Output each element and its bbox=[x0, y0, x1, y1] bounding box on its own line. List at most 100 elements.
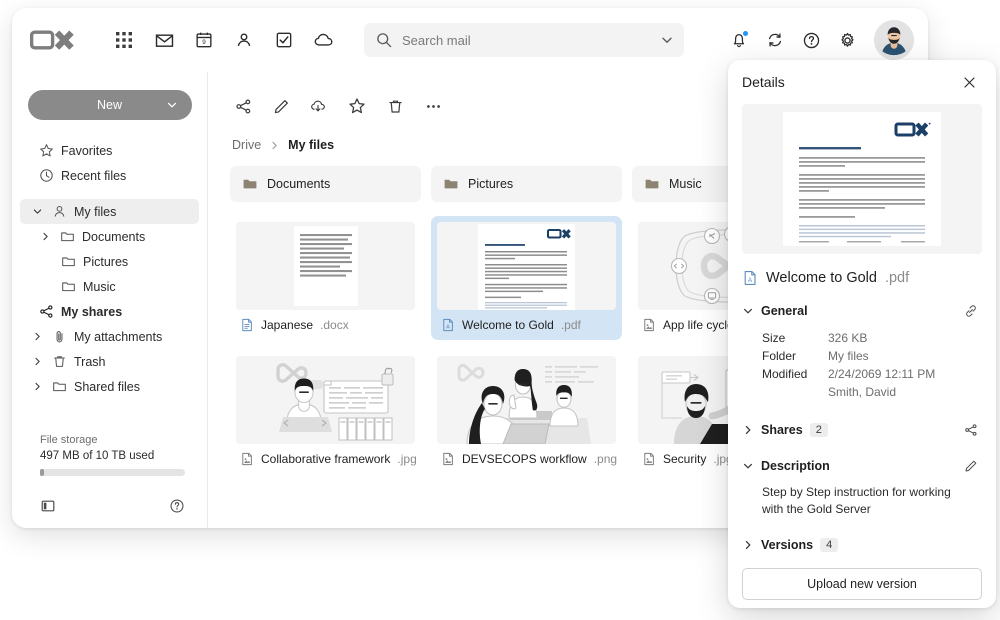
property-row-size: Size326 KB bbox=[762, 329, 982, 347]
property-row-folder: FolderMy files bbox=[762, 347, 982, 365]
chevron-right-icon[interactable] bbox=[38, 231, 52, 242]
sidebar-item-my-attachments[interactable]: My attachments bbox=[20, 324, 199, 349]
file-thumbnail bbox=[236, 356, 415, 444]
sidebar-item-trash[interactable]: Trash bbox=[20, 349, 199, 374]
sidebar-item-favorites[interactable]: Favorites bbox=[20, 138, 199, 163]
trash-icon[interactable] bbox=[378, 89, 412, 123]
details-panel: Details bbox=[728, 60, 996, 608]
contacts-icon[interactable] bbox=[226, 22, 262, 58]
general-properties: Size326 KB FolderMy files Modified2/24/2… bbox=[762, 329, 982, 401]
ox-logo[interactable] bbox=[30, 29, 92, 51]
details-preview[interactable] bbox=[742, 104, 982, 254]
details-file-name-ext: .pdf bbox=[885, 270, 909, 286]
chevron-down-icon[interactable] bbox=[30, 206, 44, 217]
sidebar-item-label: Music bbox=[83, 280, 116, 294]
share-icon[interactable] bbox=[226, 89, 260, 123]
sidebar-item-recent-files[interactable]: Recent files bbox=[20, 163, 199, 188]
file-name-base: DEVSECOPS workflow bbox=[462, 452, 587, 466]
folder-tile-label: Music bbox=[669, 177, 702, 191]
chevron-down-icon bbox=[166, 99, 178, 111]
toggle-folder-view-icon[interactable] bbox=[40, 498, 56, 514]
pdf-file-icon: A bbox=[441, 318, 455, 332]
chevron-right-icon[interactable] bbox=[30, 331, 44, 342]
search-input[interactable] bbox=[402, 33, 650, 48]
details-section-general: General Size326 KB FolderMy files Modifi… bbox=[728, 290, 996, 401]
details-section-description: Description Step by Step instruction for… bbox=[728, 441, 996, 518]
breadcrumb-current: My files bbox=[288, 138, 334, 152]
edit-icon[interactable] bbox=[960, 455, 982, 477]
svg-text:A: A bbox=[748, 277, 753, 284]
breadcrumb-root[interactable]: Drive bbox=[232, 138, 261, 152]
shares-count-badge: 2 bbox=[810, 423, 828, 437]
star-icon bbox=[38, 143, 54, 158]
download-icon[interactable] bbox=[302, 89, 336, 123]
folder-icon bbox=[51, 379, 67, 394]
property-value: Smith, David bbox=[828, 383, 896, 401]
sidebar-item-shared-files[interactable]: Shared files bbox=[20, 374, 199, 399]
folder-icon bbox=[60, 279, 76, 294]
star-icon[interactable] bbox=[340, 89, 374, 123]
sidebar-item-label: Recent files bbox=[61, 169, 126, 183]
sidebar-footer bbox=[40, 498, 185, 514]
sidebar-item-music[interactable]: Music bbox=[20, 274, 199, 299]
tasks-icon[interactable] bbox=[266, 22, 302, 58]
search-chevron-down-icon[interactable] bbox=[660, 33, 674, 47]
file-name-base: Japanese bbox=[261, 318, 313, 332]
new-button[interactable]: New bbox=[28, 90, 192, 120]
grid-icon[interactable] bbox=[106, 22, 142, 58]
file-card-collaborative-framework[interactable]: Collaborative framework.jpg bbox=[230, 350, 421, 474]
file-card-devsecops-workflow[interactable]: DEVSECOPS workflow .png bbox=[431, 350, 622, 474]
sidebar-item-label: Shared files bbox=[74, 380, 140, 394]
folder-icon bbox=[60, 254, 76, 269]
chevron-right-icon[interactable] bbox=[30, 356, 44, 367]
help-icon[interactable] bbox=[169, 498, 185, 514]
versions-section-header[interactable]: Versions 4 bbox=[742, 538, 982, 552]
file-thumbnail bbox=[437, 356, 616, 444]
sidebar-item-pictures[interactable]: Pictures bbox=[20, 249, 199, 274]
sidebar-item-label: Trash bbox=[74, 355, 106, 369]
share-icon[interactable] bbox=[960, 419, 982, 441]
general-section-header[interactable]: General bbox=[742, 300, 982, 322]
details-file-name-base: Welcome to Gold bbox=[766, 270, 877, 286]
upload-new-version-button[interactable]: Upload new version bbox=[742, 568, 982, 600]
search-box[interactable] bbox=[364, 23, 684, 57]
notification-badge bbox=[742, 30, 749, 37]
file-name-ext: .png bbox=[594, 452, 617, 466]
folder-tile-documents[interactable]: Documents bbox=[230, 166, 421, 202]
property-key: Folder bbox=[762, 347, 828, 365]
file-card-welcome-to-gold[interactable]: A Welcome to Gold.pdf bbox=[431, 216, 622, 340]
chevron-right-icon[interactable] bbox=[30, 381, 44, 392]
more-icon[interactable] bbox=[416, 89, 450, 123]
file-name-ext: .pdf bbox=[561, 318, 581, 332]
folder-icon bbox=[443, 176, 459, 192]
property-key bbox=[762, 383, 828, 401]
file-card-japanese[interactable]: Japanese.docx bbox=[230, 216, 421, 340]
drive-icon[interactable] bbox=[306, 22, 342, 58]
folder-icon bbox=[242, 176, 258, 192]
sidebar-item-documents[interactable]: Documents bbox=[20, 224, 199, 249]
shares-section-header[interactable]: Shares 2 bbox=[742, 419, 982, 441]
sidebar-item-label: My attachments bbox=[74, 330, 162, 344]
calendar-icon[interactable]: 9 bbox=[186, 22, 222, 58]
help-icon[interactable] bbox=[794, 23, 828, 57]
sidebar-item-my-shares[interactable]: My shares bbox=[20, 299, 199, 324]
edit-icon[interactable] bbox=[264, 89, 298, 123]
description-section-header[interactable]: Description bbox=[742, 455, 982, 477]
sidebar-item-my-files[interactable]: My files bbox=[20, 199, 199, 224]
folder-tile-pictures[interactable]: Pictures bbox=[431, 166, 622, 202]
shares-section-title: Shares bbox=[761, 423, 803, 437]
chevron-down-icon bbox=[742, 460, 754, 472]
sidebar-item-label: Documents bbox=[82, 230, 145, 244]
settings-icon[interactable] bbox=[830, 23, 864, 57]
app-icon-bar: 9 bbox=[106, 22, 342, 58]
avatar[interactable] bbox=[874, 20, 914, 60]
mail-icon[interactable] bbox=[146, 22, 182, 58]
pdf-file-icon: A bbox=[742, 270, 758, 286]
image-file-icon bbox=[441, 452, 455, 466]
notifications-icon[interactable] bbox=[722, 23, 756, 57]
file-name: Collaborative framework.jpg bbox=[236, 444, 415, 474]
refresh-icon[interactable] bbox=[758, 23, 792, 57]
copy-link-icon[interactable] bbox=[960, 300, 982, 322]
property-key: Modified bbox=[762, 365, 828, 383]
close-icon[interactable] bbox=[956, 69, 982, 95]
